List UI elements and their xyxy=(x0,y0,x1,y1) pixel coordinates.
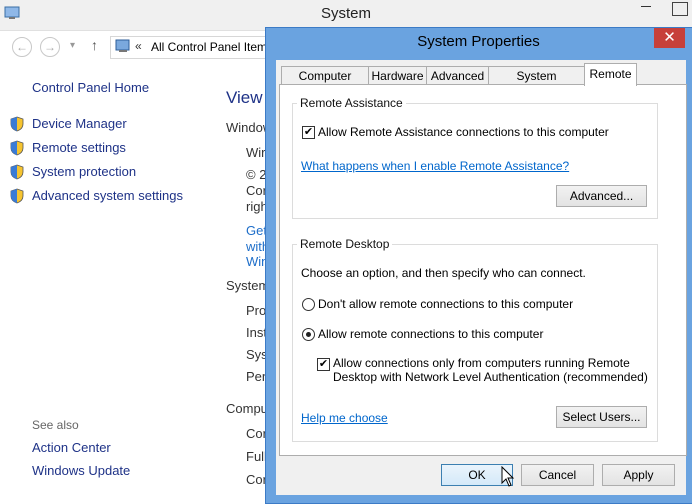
remote-assistance-help-link[interactable]: What happens when I enable Remote Assist… xyxy=(301,159,569,173)
processor-label: Pro xyxy=(246,303,267,318)
remote-desktop-title: Remote Desktop xyxy=(297,237,393,251)
shield-icon xyxy=(10,164,24,180)
allow-remote-assistance-label[interactable]: Allow Remote Assistance connections to t… xyxy=(318,125,609,139)
shield-icon xyxy=(10,140,24,156)
select-users-button[interactable]: Select Users... xyxy=(556,406,647,428)
remote-desktop-intro: Choose an option, and then specify who c… xyxy=(301,266,586,280)
radio-selected-dot xyxy=(306,332,311,337)
forward-button[interactable]: → xyxy=(40,37,60,57)
dont-allow-remote-radio[interactable] xyxy=(302,298,315,311)
tab-hardware[interactable]: Hardware xyxy=(368,66,427,85)
remote-assistance-title: Remote Assistance xyxy=(297,96,406,110)
shield-icon xyxy=(10,116,24,132)
dont-allow-remote-label[interactable]: Don't allow remote connections to this c… xyxy=(318,297,573,311)
back-button[interactable]: ← xyxy=(12,37,32,57)
help-me-choose-link[interactable]: Help me choose xyxy=(301,411,388,425)
system-window-title: System xyxy=(320,5,371,22)
up-button[interactable]: ↑ xyxy=(91,37,98,53)
see-also-action-center[interactable]: Action Center xyxy=(32,440,111,455)
get-features-link[interactable]: Get xyxy=(246,223,267,238)
tab-computer-name[interactable]: Computer Name xyxy=(281,66,369,101)
computer-name-heading: Compu xyxy=(226,401,268,416)
allow-remote-label[interactable]: Allow remote connections to this compute… xyxy=(318,327,543,341)
shield-icon xyxy=(10,188,24,204)
nla-label-line2[interactable]: Desktop with Network Level Authenticatio… xyxy=(333,370,648,384)
close-icon[interactable]: ✕ xyxy=(654,28,685,48)
tab-system-protection[interactable]: System Protection xyxy=(488,66,585,101)
allow-remote-radio[interactable] xyxy=(302,328,315,341)
edition-text: Wir xyxy=(246,145,266,160)
minimize-button[interactable] xyxy=(641,6,651,7)
apply-button[interactable]: Apply xyxy=(602,464,675,486)
computer-description-label: Cor xyxy=(246,472,267,487)
computer-name-label: Cor xyxy=(246,426,267,441)
tab-advanced[interactable]: Advanced xyxy=(426,66,489,85)
address-text: All Control Panel Item xyxy=(151,40,268,54)
dialog-title: System Properties xyxy=(417,33,540,50)
maximize-button[interactable] xyxy=(672,2,688,16)
sidebar-item-device-manager[interactable]: Device Manager xyxy=(32,116,127,131)
view-heading: View xyxy=(226,88,263,107)
recent-pages-dropdown[interactable]: ▾ xyxy=(70,40,75,51)
nla-checkbox[interactable]: ✔ xyxy=(317,358,330,371)
address-prefix: « xyxy=(135,39,142,53)
see-also-heading: See also xyxy=(32,418,79,432)
copyright-text: © 2 xyxy=(246,167,267,182)
full-computer-name-label: Full xyxy=(246,449,267,464)
sidebar-item-advanced-system-settings[interactable]: Advanced system settings xyxy=(32,188,183,203)
tab-remote[interactable]: Remote xyxy=(584,63,637,86)
see-also-windows-update[interactable]: Windows Update xyxy=(32,463,130,478)
advanced-button[interactable]: Advanced... xyxy=(556,185,647,207)
mouse-cursor-icon xyxy=(501,466,515,487)
control-panel-icon xyxy=(115,39,130,52)
address-field[interactable]: « All Control Panel Item xyxy=(110,36,282,59)
system-heading: System xyxy=(226,278,270,293)
sidebar-item-system-protection[interactable]: System protection xyxy=(32,164,136,179)
installed-memory-label: Inst xyxy=(246,325,267,340)
nla-label-line1[interactable]: Allow connections only from computers ru… xyxy=(333,356,630,370)
corporation-text: Cor xyxy=(246,183,267,198)
control-panel-home-link[interactable]: Control Panel Home xyxy=(32,80,149,95)
allow-remote-assistance-checkbox[interactable]: ✔ xyxy=(302,126,315,139)
sidebar-item-remote-settings[interactable]: Remote settings xyxy=(32,140,126,155)
cancel-button[interactable]: Cancel xyxy=(521,464,594,486)
